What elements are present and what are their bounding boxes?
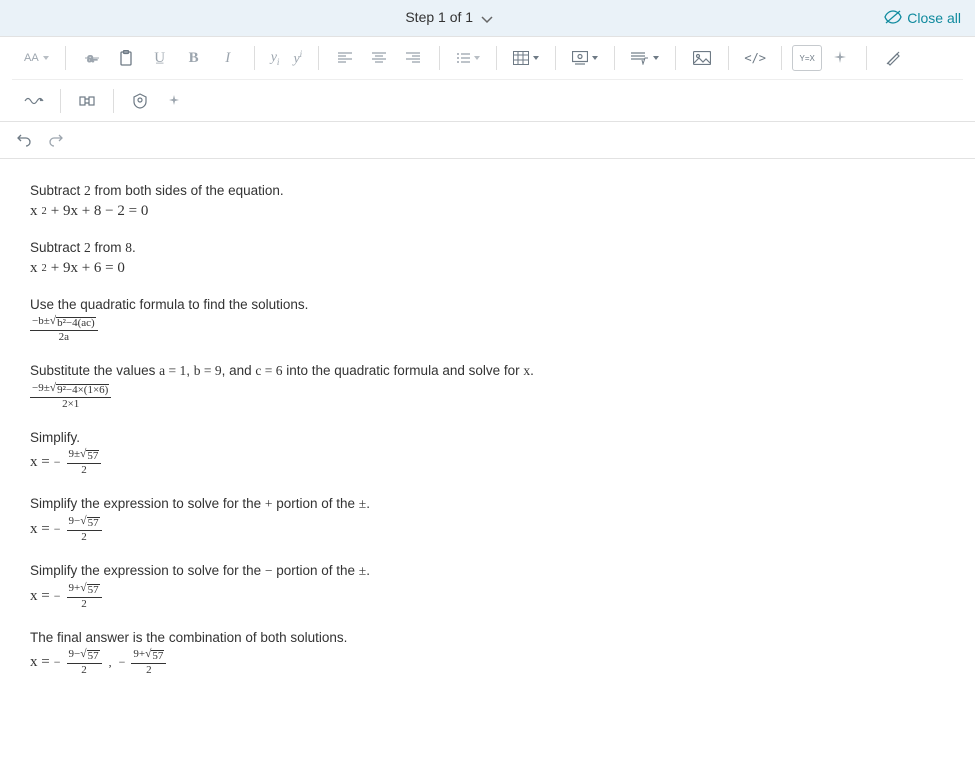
solution-step: Simplify the expression to solve for the… bbox=[30, 563, 945, 610]
snap-button[interactable] bbox=[71, 85, 103, 117]
solution-step: Use the quadratic formula to find the so… bbox=[30, 297, 945, 343]
separator bbox=[866, 46, 867, 70]
sparkle2-button[interactable] bbox=[158, 85, 190, 117]
code-button[interactable]: </> bbox=[739, 42, 771, 74]
caret-down-icon bbox=[43, 56, 49, 60]
solution-step: Simplify. x = − 9±√572 bbox=[30, 430, 945, 476]
sparkle-button[interactable] bbox=[824, 42, 856, 74]
wave-icon[interactable] bbox=[18, 85, 50, 117]
separator bbox=[113, 89, 114, 113]
close-all-button[interactable]: Close all bbox=[884, 10, 961, 27]
underline-button[interactable]: U̲ bbox=[144, 42, 176, 74]
strikethrough-button[interactable]: a̶ bbox=[76, 42, 108, 74]
step-description: Subtract 2 from both sides of the equati… bbox=[30, 183, 945, 199]
align-right-button[interactable] bbox=[397, 42, 429, 74]
subscript-button[interactable]: yi bbox=[265, 42, 286, 74]
step-equation: x = − 9−√572 bbox=[30, 516, 945, 543]
step-equation: x = − 9±√572 bbox=[30, 449, 945, 476]
step-equation: x = − 9+√572 bbox=[30, 583, 945, 610]
figure-button[interactable] bbox=[566, 42, 604, 74]
separator bbox=[496, 46, 497, 70]
step-equation: −b±√b²−4(ac)2a bbox=[30, 316, 945, 343]
toolbar-row-2 bbox=[12, 79, 963, 121]
caret-down-icon bbox=[533, 56, 539, 60]
list-button[interactable] bbox=[450, 42, 486, 74]
step-header: Step 1 of 1 Close all bbox=[0, 0, 975, 36]
solution-step: Subtract 2 from 8. x2 + 9x + 6 = 0 bbox=[30, 240, 945, 277]
caret-down-icon bbox=[474, 56, 480, 60]
solution-step: Simplify the expression to solve for the… bbox=[30, 496, 945, 543]
table-button[interactable] bbox=[507, 42, 545, 74]
step-description: Simplify. bbox=[30, 430, 945, 445]
separator bbox=[675, 46, 676, 70]
bold-button[interactable]: B bbox=[178, 42, 210, 74]
step-title-button[interactable]: Step 1 of 1 bbox=[14, 9, 884, 26]
superscript-button[interactable]: yi bbox=[287, 42, 308, 74]
variable-button[interactable]: Y=X bbox=[792, 45, 822, 71]
separator bbox=[60, 89, 61, 113]
history-bar bbox=[0, 122, 975, 159]
font-size-button[interactable]: AA bbox=[18, 42, 55, 74]
step-description: Simplify the expression to solve for the… bbox=[30, 496, 945, 512]
close-all-label: Close all bbox=[907, 10, 961, 26]
badge-button[interactable] bbox=[124, 85, 156, 117]
step-equation: x = − 9−√572 , − 9+√572 bbox=[30, 649, 945, 676]
separator bbox=[781, 46, 782, 70]
step-equation: x2 + 9x + 8 − 2 = 0 bbox=[30, 203, 945, 220]
redo-button[interactable] bbox=[44, 128, 68, 152]
solution-step: Substitute the values a = 1, b = 9, and … bbox=[30, 363, 945, 410]
step-description: Substitute the values a = 1, b = 9, and … bbox=[30, 363, 945, 379]
caret-down-icon bbox=[653, 56, 659, 60]
separator bbox=[614, 46, 615, 70]
italic-button[interactable]: I bbox=[212, 42, 244, 74]
solution-step: Subtract 2 from both sides of the equati… bbox=[30, 183, 945, 220]
separator bbox=[728, 46, 729, 70]
solution-content: Subtract 2 from both sides of the equati… bbox=[0, 159, 975, 688]
step-equation: −9±√9²−4×(1×6)2×1 bbox=[30, 383, 945, 410]
toolbar-row-1: AA a̶ U̲ B I yi bbox=[12, 37, 963, 79]
clipboard-button[interactable] bbox=[110, 42, 142, 74]
step-description: Subtract 2 from 8. bbox=[30, 240, 945, 256]
eye-off-icon bbox=[884, 10, 902, 27]
image-button[interactable] bbox=[686, 42, 718, 74]
solution-step: The final answer is the combination of b… bbox=[30, 630, 945, 676]
step-equation: x2 + 9x + 6 = 0 bbox=[30, 260, 945, 277]
separator bbox=[439, 46, 440, 70]
caret-down-icon bbox=[592, 56, 598, 60]
pen-off-button[interactable] bbox=[877, 42, 909, 74]
step-description: The final answer is the combination of b… bbox=[30, 630, 945, 645]
chevron-down-icon bbox=[481, 11, 493, 27]
editor-toolbar: AA a̶ U̲ B I yi bbox=[0, 36, 975, 122]
equation-button[interactable] bbox=[625, 42, 665, 74]
undo-button[interactable] bbox=[12, 128, 36, 152]
align-left-button[interactable] bbox=[329, 42, 361, 74]
separator bbox=[318, 46, 319, 70]
separator bbox=[65, 46, 66, 70]
step-description: Use the quadratic formula to find the so… bbox=[30, 297, 945, 312]
step-label: Step 1 of 1 bbox=[405, 9, 473, 25]
align-center-button[interactable] bbox=[363, 42, 395, 74]
separator bbox=[555, 46, 556, 70]
step-description: Simplify the expression to solve for the… bbox=[30, 563, 945, 579]
separator bbox=[254, 46, 255, 70]
